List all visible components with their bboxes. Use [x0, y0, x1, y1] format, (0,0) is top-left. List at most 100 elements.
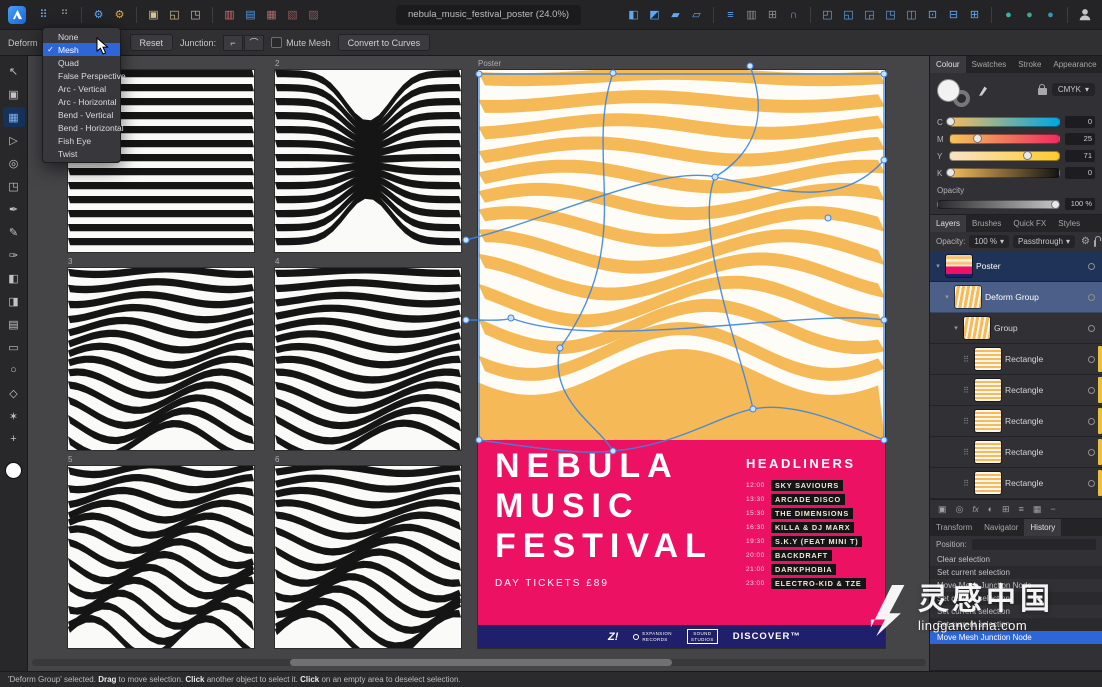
slider-thumb[interactable] — [973, 134, 982, 143]
layer-row-deform-group[interactable]: ▾Deform Group — [930, 282, 1102, 313]
mesh-warp-tool[interactable]: ▦ — [3, 107, 25, 127]
insert-options-icon[interactable]: ≡ — [1019, 504, 1024, 514]
junction-smooth-button[interactable]: ⌒ — [244, 35, 264, 51]
expand-arrow-icon[interactable]: ▾ — [952, 324, 960, 332]
junction-sharp-button[interactable]: ⌐ — [223, 35, 243, 51]
insert-target-children-icon[interactable]: ⠛ — [55, 5, 74, 24]
mesh-node[interactable] — [508, 315, 514, 321]
layer-thumbnail[interactable] — [975, 348, 1001, 370]
mesh-node[interactable] — [712, 174, 718, 180]
layer-thumbnail[interactable] — [975, 379, 1001, 401]
rasterise-icon[interactable]: ⊞ — [965, 5, 984, 24]
history-entry[interactable]: Move Mesh Junction Node — [930, 631, 1102, 644]
layer-thumbnail[interactable] — [975, 472, 1001, 494]
artboard-6[interactable]: 6 — [275, 466, 461, 648]
add-layer-icon[interactable]: ▣ — [938, 504, 947, 515]
layer-visibility-dot[interactable] — [1088, 325, 1095, 332]
vector-brush-tool[interactable]: ✑ — [3, 245, 25, 265]
cloud-sync-icon[interactable]: ● — [1041, 5, 1060, 24]
polygon-tool[interactable]: ◇ — [3, 383, 25, 403]
tab-transform[interactable]: Transform — [930, 519, 978, 536]
fill-tool[interactable]: ◧ — [3, 268, 25, 288]
layer-visibility-dot[interactable] — [1088, 418, 1095, 425]
colour-mode-dropdown[interactable]: CMYK ▾ — [1052, 83, 1095, 96]
layer-row-rectangle[interactable]: ⠿Rectangle — [930, 375, 1102, 406]
selection-box-icon[interactable]: ▣ — [144, 5, 163, 24]
slider-value[interactable]: 71 — [1065, 150, 1095, 162]
colour-sync-icon[interactable]: ● — [999, 5, 1018, 24]
history-entry[interactable]: Set current selection — [930, 618, 1102, 631]
layer-visibility-dot[interactable] — [1088, 480, 1095, 487]
scope-fill-icon[interactable]: ▥ — [220, 5, 239, 24]
tab-navigator[interactable]: Navigator — [978, 519, 1024, 536]
layer-settings-gear-icon[interactable]: ⚙ — [1081, 236, 1090, 247]
slider-thumb[interactable] — [1023, 151, 1032, 160]
fill-swatch[interactable] — [5, 462, 22, 479]
tab-brushes[interactable]: Brushes — [966, 215, 1007, 232]
mesh-node[interactable] — [610, 70, 616, 76]
reset-button[interactable]: Reset — [130, 34, 174, 51]
layer-visibility-dot[interactable] — [1088, 449, 1095, 456]
layer-visibility-dot[interactable] — [1088, 263, 1095, 270]
deform-menu-item-false-perspective[interactable]: False Perspective — [43, 69, 120, 82]
layer-visibility-dot[interactable] — [1088, 356, 1095, 363]
insert-inside-icon[interactable]: ⊡ — [923, 5, 942, 24]
add-adjustment-icon[interactable]: ◎ — [956, 504, 964, 515]
colour-picker-tool[interactable]: + — [3, 429, 25, 449]
deform-menu-item-none[interactable]: None — [43, 30, 120, 43]
boolean-subtract-icon[interactable]: ◱ — [839, 5, 858, 24]
poster-artboard[interactable]: Poster NEBULAMUSICFESTIVAL DAY TICKETS £… — [478, 70, 885, 648]
boolean-intersect-icon[interactable]: ◲ — [860, 5, 879, 24]
tab-layers[interactable]: Layers — [930, 215, 966, 232]
poster-pink-section[interactable]: NEBULAMUSICFESTIVAL DAY TICKETS £89 HEAD… — [478, 440, 885, 625]
add-effects-icon[interactable]: fx — [972, 505, 978, 514]
move-to-back-icon[interactable]: ▱ — [687, 5, 706, 24]
slider-value[interactable]: 25 — [1065, 133, 1095, 145]
alignment-icon[interactable]: ≡ — [721, 5, 740, 24]
layer-thumbnail[interactable] — [946, 255, 972, 277]
swatch-sync-icon[interactable]: ● — [1020, 5, 1039, 24]
mesh-node[interactable] — [463, 317, 469, 323]
tab-styles[interactable]: Styles — [1052, 215, 1086, 232]
history-entry[interactable]: Set current selection — [930, 592, 1102, 605]
artboard-tool[interactable]: ▣ — [3, 84, 25, 104]
history-entry[interactable]: Set current selection — [930, 566, 1102, 579]
artboard-label[interactable]: 3 — [68, 257, 72, 266]
mesh-node[interactable] — [747, 63, 753, 69]
selection-marquee-icon[interactable]: ◳ — [186, 5, 205, 24]
rectangle-tool[interactable]: ▭ — [3, 337, 25, 357]
pen-tool[interactable]: ✒ — [3, 199, 25, 219]
mesh-node[interactable] — [881, 71, 887, 77]
tab-swatches[interactable]: Swatches — [966, 56, 1013, 73]
artboard-5[interactable]: 5 — [68, 466, 254, 648]
horizontal-scrollbar-thumb[interactable] — [290, 659, 672, 666]
slider-track[interactable] — [949, 117, 1060, 127]
slider-track[interactable] — [949, 168, 1060, 178]
deform-menu-item-quad[interactable]: Quad — [43, 56, 120, 69]
lock-icon[interactable] — [1038, 88, 1047, 95]
snapping-icon[interactable]: ∩ — [784, 5, 803, 24]
place-image-tool[interactable]: ▤ — [3, 314, 25, 334]
layer-lock-icon[interactable] — [1094, 240, 1096, 247]
slider-value[interactable]: 0 — [1065, 116, 1095, 128]
slider-track[interactable] — [949, 134, 1060, 144]
mesh-node[interactable] — [463, 237, 469, 243]
tab-history[interactable]: History — [1024, 519, 1061, 536]
ellipse-tool[interactable]: ○ — [3, 360, 25, 380]
grid-options-icon[interactable]: ⊞ — [763, 5, 782, 24]
mesh-node[interactable] — [610, 448, 616, 454]
artboard-2[interactable]: 2 — [275, 70, 461, 252]
scope-both-icon[interactable]: ▦ — [262, 5, 281, 24]
artboard-label[interactable]: 6 — [275, 455, 279, 464]
history-entry[interactable]: Clear selection — [930, 553, 1102, 566]
boolean-combine-icon[interactable]: ◫ — [902, 5, 921, 24]
delete-layer-icon[interactable]: − — [1050, 504, 1055, 514]
boolean-divide-icon[interactable]: ◳ — [881, 5, 900, 24]
artboard-4[interactable]: 4 — [275, 268, 461, 450]
layer-row-rectangle[interactable]: ⠿Rectangle — [930, 344, 1102, 375]
flip-vertical-icon[interactable]: ◩ — [645, 5, 664, 24]
deform-menu-item-fish-eye[interactable]: Fish Eye — [43, 134, 120, 147]
document-title-tab[interactable]: nebula_music_festival_poster (24.0%) — [396, 5, 581, 25]
artboard-label[interactable]: 4 — [275, 257, 279, 266]
slider-value[interactable]: 0 — [1065, 167, 1095, 179]
